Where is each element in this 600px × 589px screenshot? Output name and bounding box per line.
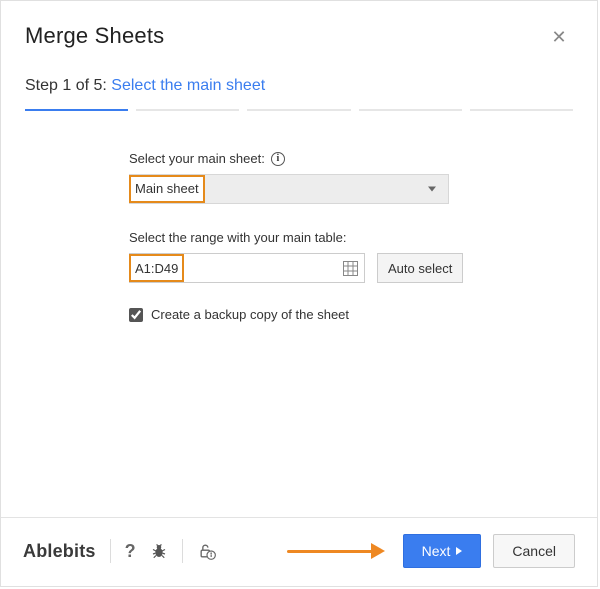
dialog-footer: Ablebits ? [1,517,597,586]
range-value: A1:D49 [129,254,184,282]
backup-label: Create a backup copy of the sheet [151,307,349,322]
close-icon: ✕ [551,28,566,46]
main-sheet-dropdown[interactable]: Main sheet [129,174,449,204]
select-range-icon[interactable] [343,261,358,276]
main-sheet-label: Select your main sheet: [129,151,265,166]
lock-info-icon[interactable] [197,541,217,561]
footer-left: Ablebits ? [23,539,217,563]
cancel-button[interactable]: Cancel [493,534,575,568]
help-icon[interactable]: ? [125,541,136,562]
chevron-down-icon [428,187,436,192]
footer-right: Next Cancel [287,534,575,568]
range-label: Select the range with your main table: [129,230,347,245]
brand-label: Ablebits [23,541,96,562]
arrow-head-icon [371,543,385,559]
chevron-right-icon [456,547,462,555]
merge-sheets-dialog: Merge Sheets ✕ Step 1 of 5: Select the m… [0,0,598,587]
separator [110,539,111,563]
dialog-content: Select your main sheet: i Main sheet Sel… [1,111,597,517]
main-sheet-value: Main sheet [129,175,205,203]
step-name: Select the main sheet [111,77,265,94]
arrow-shaft [287,550,373,553]
bug-icon[interactable] [150,542,168,560]
step-indicator: Step 1 of 5: Select the main sheet [1,59,597,103]
dialog-title: Merge Sheets [25,23,164,49]
close-button[interactable]: ✕ [545,23,573,51]
auto-select-button[interactable]: Auto select [377,253,463,283]
annotation-arrow [287,543,385,559]
step-prefix: Step 1 of 5: [25,77,107,94]
range-row: A1:D49 Auto select [129,253,469,283]
range-label-row: Select the range with your main table: [129,230,469,245]
backup-checkbox[interactable] [129,308,143,322]
dialog-header: Merge Sheets ✕ [1,1,597,59]
separator [182,539,183,563]
next-label: Next [422,543,451,559]
main-sheet-label-row: Select your main sheet: i [129,151,469,166]
form: Select your main sheet: i Main sheet Sel… [129,151,469,322]
info-icon[interactable]: i [271,152,285,166]
backup-checkbox-row[interactable]: Create a backup copy of the sheet [129,307,469,322]
range-input[interactable]: A1:D49 [129,253,365,283]
next-button[interactable]: Next [403,534,482,568]
